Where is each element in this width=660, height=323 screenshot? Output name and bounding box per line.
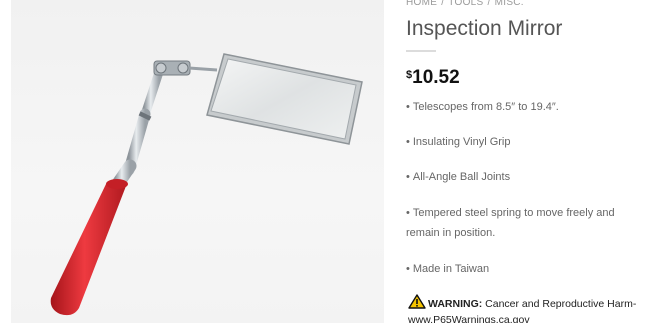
breadcrumb: HOME / TOOLS / MISC. — [406, 0, 524, 8]
product-info: HOME / TOOLS / MISC. Inspection Mirror $10.5… — [406, 0, 656, 323]
feature-text: Made in Taiwan — [412, 263, 490, 275]
title-divider — [406, 50, 436, 52]
vinyl-grip — [50, 179, 128, 316]
mirror-head — [206, 53, 363, 145]
prop65-warning: WARNING: Cancer and Reproductive Harm- w… — [408, 294, 658, 323]
feature-text: All-Angle Ball Joints — [412, 171, 511, 183]
breadcrumb-separator: / — [487, 0, 491, 8]
breadcrumb-misc[interactable]: MISC. — [495, 0, 524, 8]
feature-item: • Insulating Vinyl Grip — [406, 132, 651, 152]
feature-item: • Telescopes from 8.5″ to 19.4″. — [406, 97, 651, 117]
product-page: HOME / TOOLS / MISC. Inspection Mirror $10.5… — [0, 0, 660, 323]
feature-item: • Tempered steel spring to move freely an… — [406, 203, 651, 243]
product-image[interactable] — [11, 0, 384, 323]
bullet: • — [406, 171, 410, 183]
feature-text: Insulating Vinyl Grip — [412, 136, 511, 148]
warning-text: Cancer and Reproductive Harm- — [485, 298, 637, 310]
bullet: • — [406, 263, 410, 275]
bullet: • — [406, 101, 410, 113]
feature-text: Tempered steel spring to move freely and… — [406, 207, 615, 239]
feature-text: Telescopes from 8.5″ to 19.4″. — [412, 101, 559, 113]
feature-item: • Made in Taiwan — [406, 259, 651, 279]
breadcrumb-home[interactable]: HOME — [406, 0, 437, 8]
bullet: • — [406, 207, 410, 219]
warning-label: WARNING: — [428, 298, 483, 310]
bullet: • — [406, 136, 410, 148]
breadcrumb-separator: / — [441, 0, 445, 8]
price-currency: $ — [406, 69, 413, 81]
feature-item: • All-Angle Ball Joints — [406, 167, 651, 187]
ball-joint — [153, 60, 218, 76]
p65-warnings-link[interactable]: www.P65Warnings.ca.gov — [408, 313, 658, 323]
inspection-mirror-photo — [50, 53, 363, 316]
breadcrumb-tools[interactable]: TOOLS — [448, 0, 483, 8]
product-price: $10.52 — [406, 67, 460, 89]
price-amount: 10.52 — [412, 67, 460, 88]
telescoping-shaft — [108, 67, 164, 195]
warning-triangle-icon — [408, 294, 426, 313]
product-title: Inspection Mirror — [406, 17, 563, 40]
